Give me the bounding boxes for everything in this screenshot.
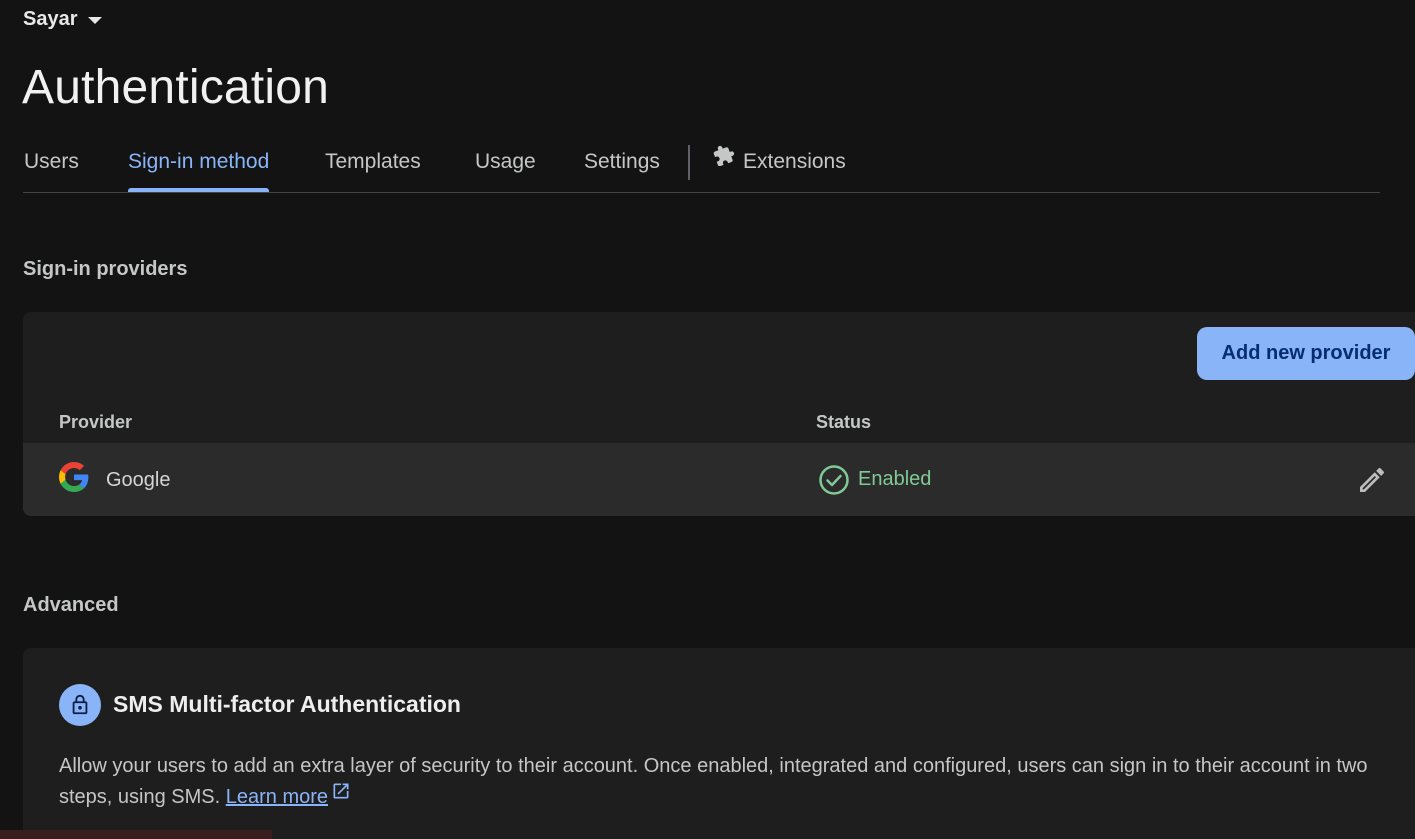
tab-usage[interactable]: Usage: [475, 140, 536, 190]
tab-extensions[interactable]: Extensions: [713, 140, 846, 190]
sms-mfa-card: SMS Multi-factor Authentication Allow yo…: [23, 648, 1415, 839]
bottom-strip: [0, 830, 272, 839]
page-title: Authentication: [22, 61, 330, 114]
provider-name: Google: [106, 469, 171, 491]
sign-in-providers-heading: Sign-in providers: [23, 258, 188, 280]
puzzle-icon: [713, 138, 735, 182]
sms-mfa-title: SMS Multi-factor Authentication: [113, 691, 461, 717]
table-row[interactable]: Google Enabled: [23, 443, 1415, 516]
tab-bar: Users Sign-in method Templates Usage Set…: [23, 140, 1380, 193]
project-switcher[interactable]: Sayar: [23, 8, 102, 31]
advanced-heading: Advanced: [23, 594, 119, 616]
tab-sign-in-method[interactable]: Sign-in method: [128, 140, 270, 192]
tab-divider: [688, 145, 690, 180]
add-new-provider-button[interactable]: Add new provider: [1197, 327, 1415, 380]
column-header-provider: Provider: [59, 412, 133, 432]
project-name: Sayar: [23, 8, 78, 30]
chevron-down-icon: [87, 17, 102, 24]
tab-extensions-label: Extensions: [743, 150, 846, 173]
edit-pencil-icon[interactable]: [1356, 464, 1388, 501]
check-circle-icon: [818, 464, 850, 501]
status-badge: Enabled: [858, 468, 932, 490]
column-header-status: Status: [816, 412, 872, 432]
tab-templates[interactable]: Templates: [325, 140, 421, 190]
providers-card: Add new provider Provider Status Google …: [23, 312, 1415, 516]
sms-mfa-description: Allow your users to add an extra layer o…: [59, 751, 1399, 813]
tab-settings[interactable]: Settings: [584, 140, 660, 190]
learn-more-link[interactable]: Learn more: [226, 786, 328, 808]
authentication-page: Sayar Authentication Users Sign-in metho…: [0, 0, 1415, 839]
open-in-new-icon[interactable]: [331, 780, 351, 811]
google-logo-icon: [59, 462, 89, 497]
lock-icon: [59, 684, 101, 726]
tab-users[interactable]: Users: [24, 140, 79, 190]
